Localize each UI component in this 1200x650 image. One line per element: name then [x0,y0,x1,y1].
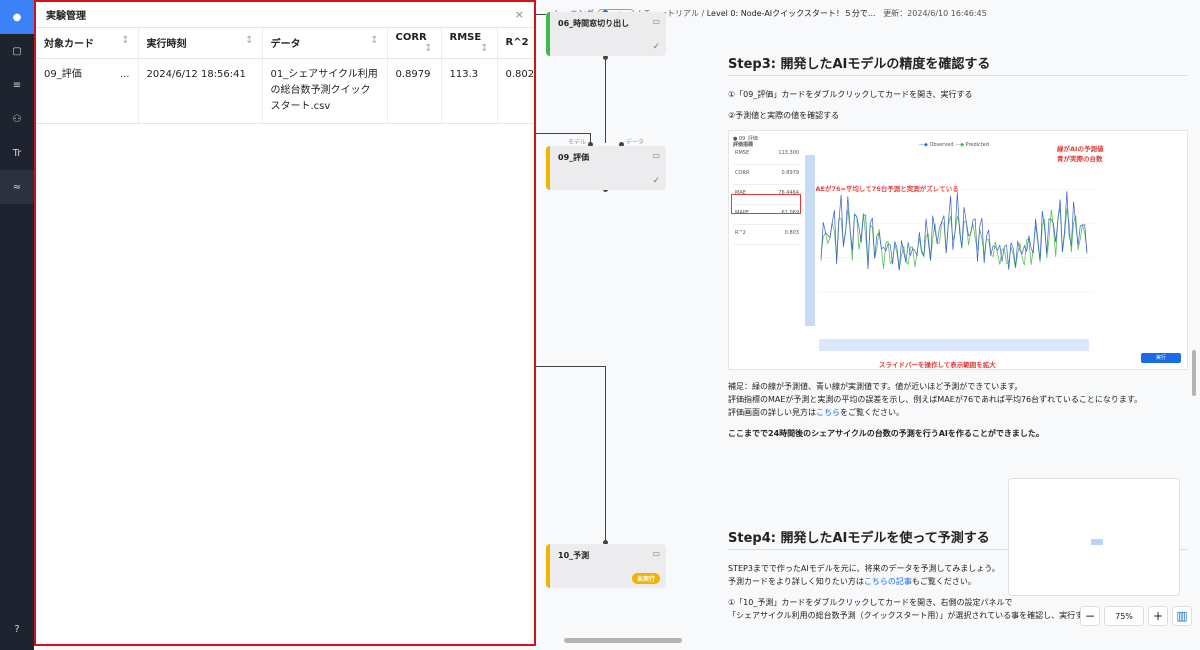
comment-icon[interactable]: ▭ [652,17,660,26]
network-icon[interactable]: ⚇ [0,102,34,136]
help-icon[interactable]: ? [0,612,34,646]
zoom-out-button[interactable]: − [1080,606,1100,626]
text-icon[interactable]: Tr [0,136,34,170]
col-header-rmse[interactable]: RMSE ↕ [441,28,498,59]
table-row[interactable]: 09_評価... 2024/6/12 18:56:41 01_シェアサイクル利用… [36,58,534,124]
zoom-controls: − 75% + ▥ [1080,606,1192,626]
metric-row: R^2 0.803 [733,225,801,245]
mae-highlight-box [731,194,801,214]
connector-line [605,58,606,143]
comment-icon[interactable]: ▭ [652,549,660,558]
status-badge: 未実行 [631,573,660,584]
sort-icon[interactable]: ↕ [424,43,432,54]
map-icon[interactable]: ▥ [1172,606,1192,626]
more-options-icon[interactable]: ... [120,67,130,83]
breadcrumb-current[interactable]: Level 0: Node-AIクイックスタート！５分で... [707,9,876,18]
article-link[interactable]: こちらの記事 [864,577,912,586]
connector-line [536,366,605,367]
step3-instruction-2: ②予測値と実際の値を確認する [728,111,840,120]
port-label-data: データ [626,139,645,146]
metric-row: RMSE 113.300 [733,145,801,165]
table-header-row: 対象カード ↕ 実行時刻 ↕ データ ↕ CORR ↕ RMSE ↕ R^2 [36,28,534,59]
run-button[interactable]: 実行 [1141,353,1181,363]
col-header-time[interactable]: 実行時刻 ↕ [138,28,263,59]
panel-header: 実験管理 × [36,2,534,28]
panel-title: 実験管理 [46,11,86,22]
updated-time: 更新：2024/6/10 16:46:45 [883,9,987,18]
minimap-viewport [1091,539,1103,545]
document-icon[interactable]: ▢ [0,34,34,68]
comment-icon[interactable]: ▭ [652,151,660,160]
col-header-corr[interactable]: CORR ↕ [387,28,442,59]
port-label-model: モデル [568,139,587,146]
connector-line [536,14,546,15]
horizontal-scrollbar[interactable] [564,638,682,643]
col-header-data[interactable]: データ ↕ [262,28,388,59]
summary-text: ここまでで24時間後のシェアサイクルの台数の予測を行うAIを作ることができました… [728,429,1044,438]
cell-r2: 0.8022 [497,58,534,124]
sort-icon[interactable]: ↕ [121,35,129,46]
flow-canvas[interactable]: レーニング Running / チュートリアル / Level 0: Node-… [536,0,1200,650]
check-icon: ✓ [652,42,660,52]
close-icon[interactable]: × [515,8,524,21]
zoom-in-button[interactable]: + [1148,606,1168,626]
minimap[interactable] [1008,478,1180,596]
range-bar [805,155,815,326]
home-icon[interactable]: ● [0,0,34,34]
experiment-table-wrap: 対象カード ↕ 実行時刻 ↕ データ ↕ CORR ↕ RMSE ↕ R^2 09_評価.… [36,28,534,124]
app-sidebar: ● ▢ ≡ ⚇ Tr ≈ ? [0,0,34,650]
check-icon: ✓ [652,176,660,186]
metric-row: CORR 0.8979 [733,165,801,185]
node-time-window[interactable]: 06_時間窓切り出し ▭ ✓ [546,12,666,56]
cell-corr: 0.8979 [387,58,442,124]
annotation-slider: スライドバーを操作して表示範囲を拡大 [879,361,996,369]
sort-icon[interactable]: ↕ [370,35,378,46]
note-line-2: 評価指標のMAEが予測と実測の平均の誤差を示し、例えばMAEが76であれば平均7… [728,395,1143,404]
database-icon[interactable]: ≡ [0,68,34,102]
cell-card: 09_評価... [36,58,139,124]
experiment-table: 対象カード ↕ 実行時刻 ↕ データ ↕ CORR ↕ RMSE ↕ R^2 09_評価.… [36,28,534,124]
step3-instruction-1: ①「09_評価」カードをダブルクリックしてカードを開き、実行する [728,90,973,99]
experiment-icon[interactable]: ≈ [0,170,34,204]
cell-time: 2024/6/12 18:56:41 [138,58,263,124]
cell-data: 01_シェアサイクル利用の総台数予測クイックスタート.csv [262,58,388,124]
node-evaluation[interactable]: 09_評価 ▭ ✓ [546,146,666,190]
connector-line [536,133,590,134]
details-link[interactable]: こちら [816,408,840,417]
observed-series [820,191,1088,271]
note-line-1: 補足：緑の線が予測値、青い線が実測値です。値が近いほど予測ができています。 [728,382,1023,391]
col-header-card[interactable]: 対象カード ↕ [36,28,139,59]
sort-icon[interactable]: ↕ [245,35,253,46]
cell-rmse: 113.3 [441,58,498,124]
note-line-3: 評価画面の詳しい見方はこちらをご覧ください。 [728,408,904,417]
timeseries-chart [805,155,1095,351]
col-header-r2[interactable]: R^2 [497,28,534,59]
node-prediction[interactable]: 10_予測 ▭ 未実行 [546,544,666,588]
connector-line [605,366,606,543]
zoom-level: 75% [1104,606,1144,626]
range-slider [819,339,1089,351]
experiment-panel: 実験管理 × 対象カード ↕ 実行時刻 ↕ データ ↕ CORR ↕ RMSE ↕ R^2… [34,0,536,646]
sort-icon[interactable]: ↕ [480,43,488,54]
step3-heading: Step3: 開発したAIモデルの精度を確認する [728,58,1188,76]
vertical-scrollbar[interactable] [1192,350,1196,396]
evaluation-screenshot: ● 09_評価 評価指標 —◆ Observed —◆ Predicted RM… [728,130,1188,370]
